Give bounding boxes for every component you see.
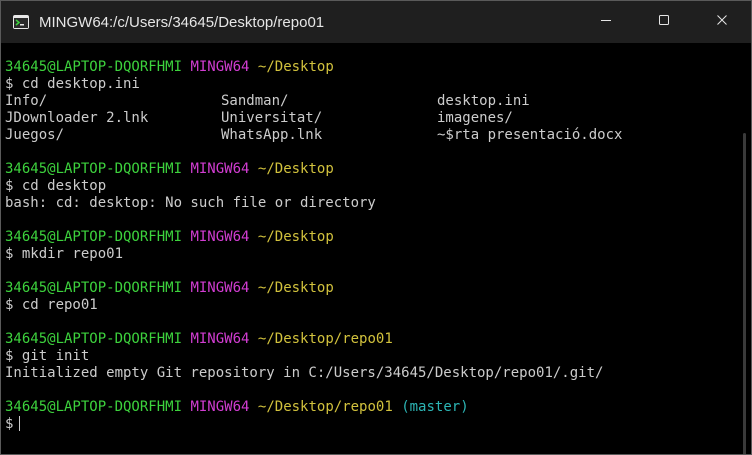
listing-row: Juegos/WhatsApp.lnk ~$rta presentació.doc… (5, 127, 737, 144)
command-line: $ cd repo01 (5, 297, 98, 313)
listing-entry: Sandman/ (221, 93, 289, 109)
listing-row: Info/Sandman/desktop.ini (5, 93, 737, 110)
maximize-button[interactable] (635, 1, 693, 43)
scrollbar-thumb[interactable] (743, 133, 746, 454)
prompt-line: 34645@LAPTOP-DQORFHMI MINGW64 ~/Desktop (5, 280, 737, 297)
listing-entry: Universitat/ (221, 110, 323, 126)
text-cursor (19, 416, 21, 431)
command-line: $ mkdir repo01 (5, 246, 124, 262)
listing-entry: desktop.ini (437, 93, 530, 109)
listing-row: JDownloader 2.lnk Universitat/imagenes/ (5, 110, 737, 127)
prompt-shell: MINGW64 (190, 399, 250, 415)
prompt-shell: MINGW64 (190, 331, 250, 347)
window-title: MINGW64:/c/Users/34645/Desktop/repo01 (39, 13, 325, 31)
command-line: $ git init (5, 348, 90, 364)
prompt-user: 34645@LAPTOP-DQORFHMI (5, 229, 183, 245)
prompt-line: 34645@LAPTOP-DQORFHMI MINGW64 ~/Desktop (5, 59, 737, 76)
scrollbar[interactable] (737, 43, 751, 454)
terminal-window: MINGW64:/c/Users/34645/Desktop/repo01 34… (0, 0, 752, 455)
maximize-icon (658, 13, 670, 31)
listing-entry: WhatsApp.lnk (221, 127, 323, 143)
minimize-button[interactable] (577, 1, 635, 43)
prompt-symbol: $ (5, 416, 14, 432)
prompt-user: 34645@LAPTOP-DQORFHMI (5, 399, 183, 415)
command-output: Initialized empty Git repository in C:/U… (5, 365, 604, 381)
prompt-path: ~/Desktop (257, 229, 334, 245)
prompt-line: 34645@LAPTOP-DQORFHMI MINGW64 ~/Desktop/… (5, 331, 737, 348)
prompt-shell: MINGW64 (190, 280, 250, 296)
prompt-line: 34645@LAPTOP-DQORFHMI MINGW64 ~/Desktop (5, 229, 737, 246)
prompt-path: ~/Desktop (257, 59, 334, 75)
prompt-user: 34645@LAPTOP-DQORFHMI (5, 59, 183, 75)
close-button[interactable] (693, 1, 751, 43)
prompt-shell: MINGW64 (190, 59, 250, 75)
command-line: $ cd desktop.ini (5, 76, 140, 92)
prompt-user: 34645@LAPTOP-DQORFHMI (5, 280, 183, 296)
prompt-path: ~/Desktop/repo01 (257, 399, 393, 415)
git-branch: (master) (401, 399, 469, 415)
prompt-path: ~/Desktop (257, 161, 334, 177)
prompt-shell: MINGW64 (190, 161, 250, 177)
listing-entry: imagenes/ (437, 110, 513, 126)
listing-entry: ~$rta presentació.docx (437, 127, 623, 143)
prompt-user: 34645@LAPTOP-DQORFHMI (5, 331, 183, 347)
prompt-line: 34645@LAPTOP-DQORFHMI MINGW64 ~/Desktop/… (5, 399, 737, 416)
mingw-terminal-icon[interactable] (11, 12, 31, 32)
prompt-user: 34645@LAPTOP-DQORFHMI (5, 161, 183, 177)
minimize-icon (600, 13, 612, 31)
terminal-output[interactable]: 34645@LAPTOP-DQORFHMI MINGW64 ~/Desktop … (1, 43, 737, 454)
prompt-path: ~/Desktop/repo01 (257, 331, 393, 347)
close-icon (716, 13, 728, 31)
command-line: $ cd desktop (5, 178, 107, 194)
title-bar[interactable]: MINGW64:/c/Users/34645/Desktop/repo01 (1, 1, 751, 43)
window-controls (577, 1, 751, 43)
listing-entry: JDownloader 2.lnk (5, 110, 149, 126)
prompt-shell: MINGW64 (190, 229, 250, 245)
command-output: bash: cd: desktop: No such file or direc… (5, 195, 376, 211)
listing-entry: Juegos/ (5, 127, 65, 143)
listing-entry: Info/ (5, 93, 48, 109)
prompt-path: ~/Desktop (257, 280, 334, 296)
input-line[interactable]: $ (5, 416, 737, 433)
prompt-line: 34645@LAPTOP-DQORFHMI MINGW64 ~/Desktop (5, 161, 737, 178)
